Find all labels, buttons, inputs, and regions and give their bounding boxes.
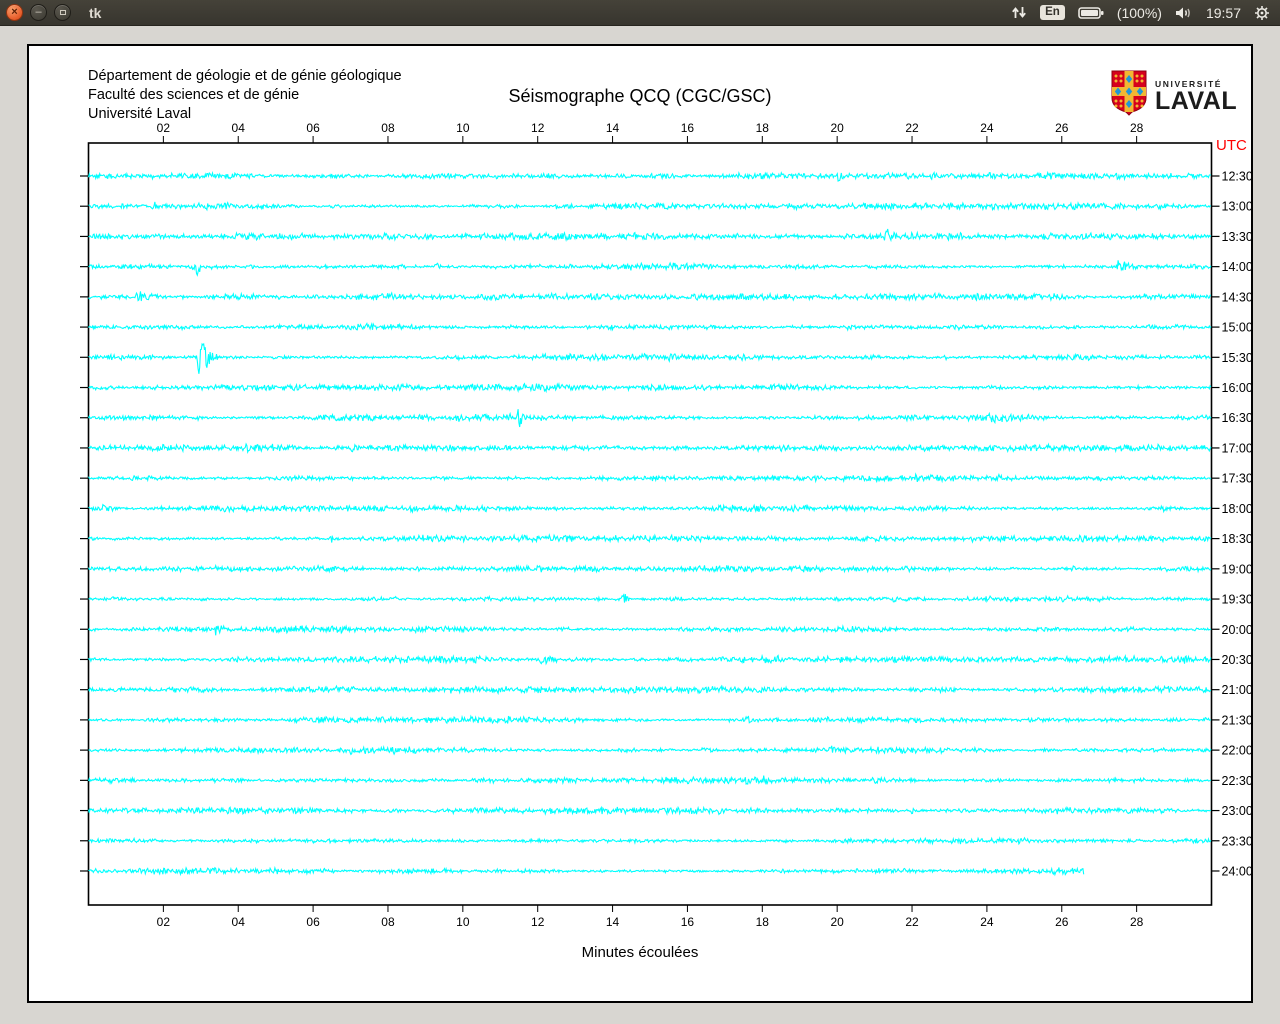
close-button[interactable]: × bbox=[6, 4, 23, 21]
close-icon: × bbox=[11, 6, 18, 18]
minimize-icon: – bbox=[35, 6, 42, 18]
battery-icon[interactable] bbox=[1078, 6, 1104, 20]
x-axis-title: Minutes écoulées bbox=[581, 944, 699, 961]
svg-text:18: 18 bbox=[756, 121, 770, 135]
svg-text:23:00: 23:00 bbox=[1222, 804, 1252, 818]
svg-text:22:30: 22:30 bbox=[1222, 774, 1252, 788]
svg-text:20: 20 bbox=[830, 915, 844, 929]
maximize-button[interactable] bbox=[54, 4, 71, 21]
keyboard-layout-indicator[interactable]: En bbox=[1040, 5, 1065, 20]
svg-text:12:30: 12:30 bbox=[1222, 170, 1252, 184]
svg-text:16:00: 16:00 bbox=[1222, 381, 1252, 395]
svg-text:26: 26 bbox=[1055, 121, 1069, 135]
seismograph-canvas: 02 02 04 04 06 06 08 08 10 10 12 12 14 14 16 16 18 18 20 20… bbox=[27, 44, 1253, 1003]
svg-text:12: 12 bbox=[531, 915, 545, 929]
svg-text:22:00: 22:00 bbox=[1222, 744, 1252, 758]
svg-text:19:00: 19:00 bbox=[1222, 562, 1252, 576]
svg-text:13:00: 13:00 bbox=[1222, 200, 1252, 214]
minimize-button[interactable]: – bbox=[30, 4, 47, 21]
svg-text:21:30: 21:30 bbox=[1222, 713, 1252, 727]
svg-text:15:00: 15:00 bbox=[1222, 321, 1252, 335]
svg-text:10: 10 bbox=[456, 915, 470, 929]
svg-text:16: 16 bbox=[681, 915, 695, 929]
window-titlebar: × – tk En (100%) 19:57 bbox=[0, 0, 1280, 26]
svg-text:28: 28 bbox=[1130, 915, 1144, 929]
svg-text:20: 20 bbox=[830, 121, 844, 135]
svg-text:02: 02 bbox=[157, 915, 171, 929]
svg-text:04: 04 bbox=[232, 915, 246, 929]
svg-text:16: 16 bbox=[681, 121, 695, 135]
header-line-university: Université Laval bbox=[88, 106, 192, 122]
svg-text:18:30: 18:30 bbox=[1222, 532, 1252, 546]
clock[interactable]: 19:57 bbox=[1206, 5, 1241, 21]
network-icon[interactable] bbox=[1011, 5, 1027, 20]
session-gear-icon[interactable] bbox=[1254, 5, 1270, 21]
chart-title: Séismographe QCQ (CGC/GSC) bbox=[508, 86, 772, 106]
header-line-department: Département de géologie et de génie géol… bbox=[88, 68, 402, 84]
seismogram-plot: 0202040406060808101012121414161618182020… bbox=[80, 121, 1252, 929]
system-tray: En (100%) 19:57 bbox=[1011, 5, 1280, 21]
maximize-icon bbox=[59, 10, 66, 15]
svg-text:28: 28 bbox=[1130, 121, 1144, 135]
svg-text:06: 06 bbox=[306, 915, 320, 929]
svg-text:19:30: 19:30 bbox=[1222, 593, 1252, 607]
svg-text:17:00: 17:00 bbox=[1222, 441, 1252, 455]
svg-text:14: 14 bbox=[606, 121, 620, 135]
svg-text:14:30: 14:30 bbox=[1222, 290, 1252, 304]
laval-logo: UNIVERSITÉ LAVAL bbox=[1110, 70, 1237, 121]
svg-text:24: 24 bbox=[980, 121, 994, 135]
volume-icon[interactable] bbox=[1175, 6, 1193, 20]
svg-text:22: 22 bbox=[905, 121, 919, 135]
window-controls: × – bbox=[6, 4, 71, 21]
battery-percentage: (100%) bbox=[1116, 4, 1162, 21]
svg-text:23:30: 23:30 bbox=[1222, 834, 1252, 848]
svg-text:21:00: 21:00 bbox=[1222, 683, 1252, 697]
svg-text:08: 08 bbox=[381, 915, 395, 929]
utc-label: UTC bbox=[1216, 137, 1247, 154]
svg-text:10: 10 bbox=[456, 121, 470, 135]
svg-text:15:30: 15:30 bbox=[1222, 351, 1252, 365]
svg-text:14: 14 bbox=[606, 915, 620, 929]
svg-text:22: 22 bbox=[905, 915, 919, 929]
svg-text:20:30: 20:30 bbox=[1222, 653, 1252, 667]
svg-text:17:30: 17:30 bbox=[1222, 472, 1252, 486]
svg-text:13:30: 13:30 bbox=[1222, 230, 1252, 244]
svg-text:24:00: 24:00 bbox=[1222, 864, 1252, 878]
svg-text:26: 26 bbox=[1055, 915, 1069, 929]
svg-text:20:00: 20:00 bbox=[1222, 623, 1252, 637]
svg-text:18:00: 18:00 bbox=[1222, 502, 1252, 516]
svg-text:14:00: 14:00 bbox=[1222, 260, 1252, 274]
svg-text:18: 18 bbox=[756, 915, 770, 929]
window-title: tk bbox=[89, 4, 102, 21]
svg-text:24: 24 bbox=[980, 915, 994, 929]
svg-text:16:30: 16:30 bbox=[1222, 411, 1252, 425]
svg-text:12: 12 bbox=[531, 121, 545, 135]
logo-text-laval: LAVAL bbox=[1155, 86, 1238, 115]
laval-crest-icon bbox=[1110, 70, 1148, 121]
window-content: 02 02 04 04 06 06 08 08 10 10 12 12 14 14 16 16 18 18 20 20… bbox=[0, 27, 1280, 1024]
